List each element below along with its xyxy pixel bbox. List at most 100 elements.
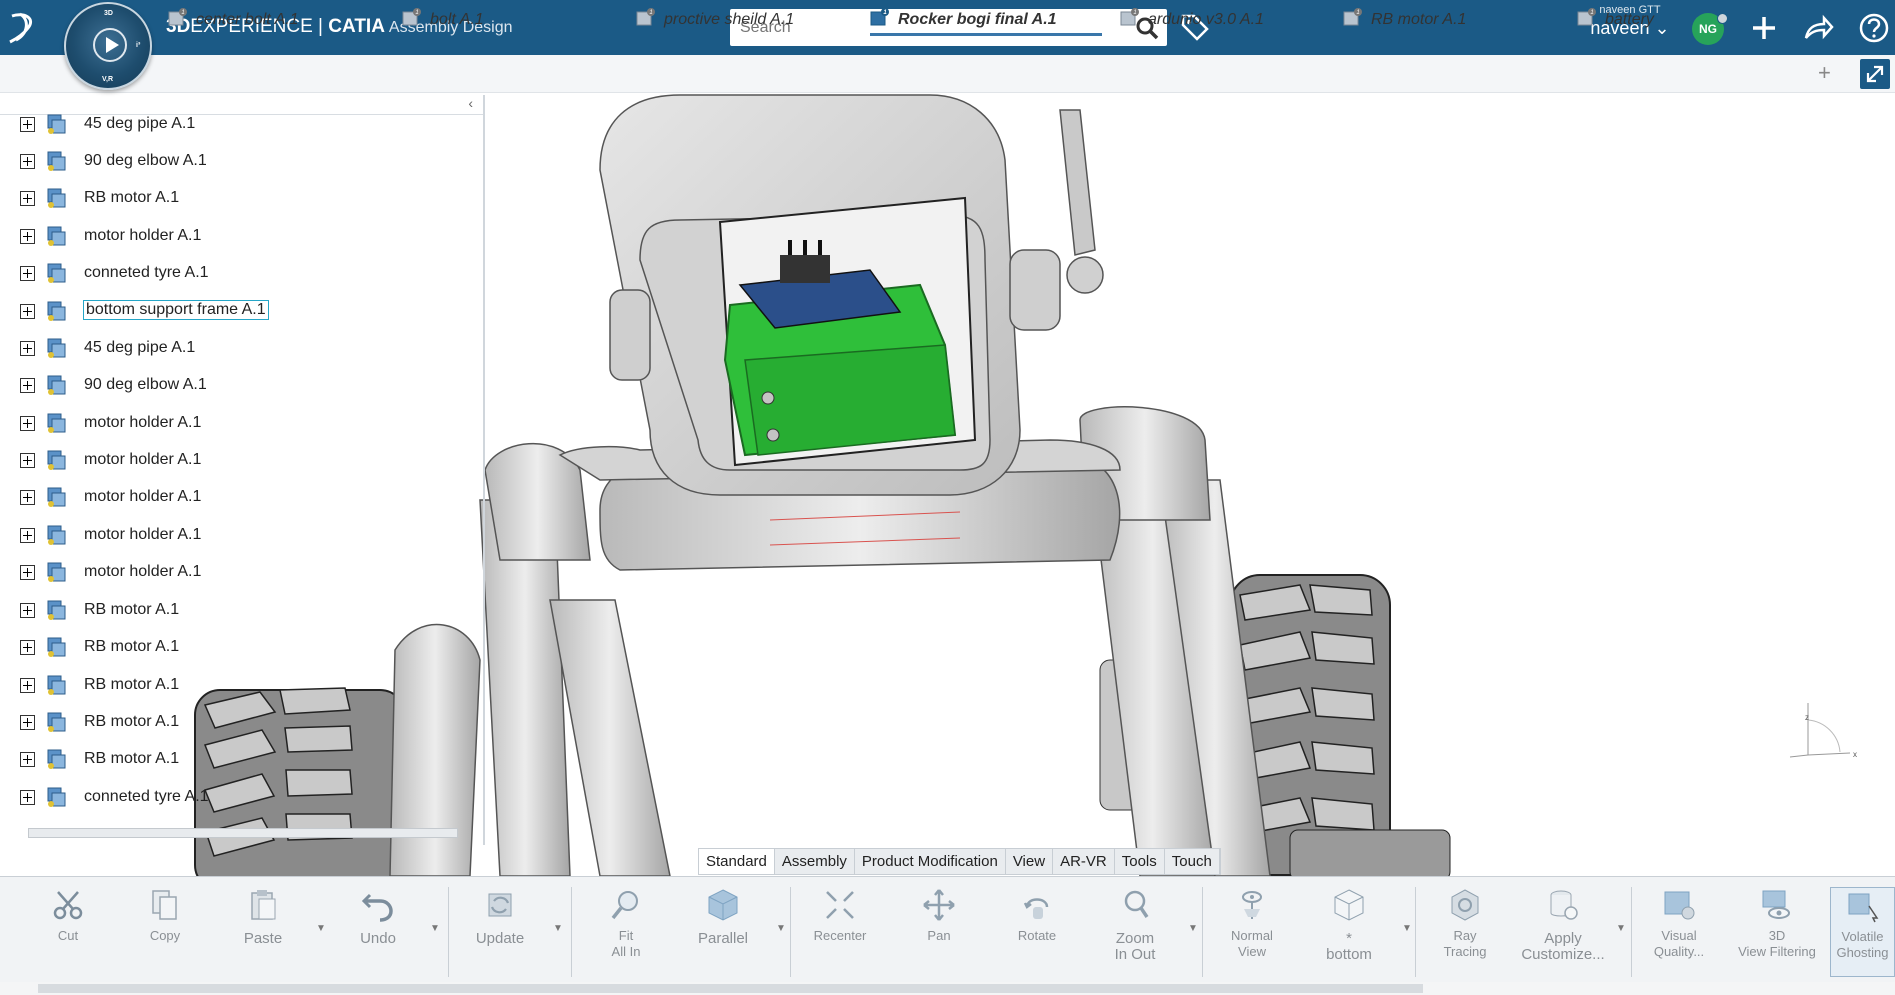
dassault-logo-icon[interactable] bbox=[6, 10, 44, 46]
tree-item[interactable]: conneted tyre A.1 bbox=[0, 258, 480, 288]
tree-item[interactable]: 90 deg elbow A.1 bbox=[0, 370, 480, 400]
tree-item[interactable]: 45 deg pipe A.1 bbox=[0, 109, 480, 139]
section-tab-tools[interactable]: Tools bbox=[1115, 849, 1165, 874]
expand-icon[interactable] bbox=[20, 678, 35, 693]
normal-view-button[interactable]: Normal View bbox=[1210, 887, 1294, 977]
zoom-in-out-button[interactable]: Zoom In Out bbox=[1093, 887, 1177, 977]
expand-icon[interactable] bbox=[20, 266, 35, 281]
view-filtering-button[interactable]: 3D View Filtering bbox=[1735, 887, 1819, 977]
add-tab-icon[interactable]: + bbox=[1818, 60, 1831, 86]
avatar[interactable]: NG bbox=[1692, 13, 1728, 45]
tree-item[interactable]: motor holder A.1 bbox=[0, 520, 480, 550]
tree-item[interactable]: motor holder A.1 bbox=[0, 482, 480, 512]
expand-icon[interactable] bbox=[20, 304, 35, 319]
update-dropdown-icon[interactable]: ▼ bbox=[553, 923, 563, 934]
tree-item[interactable]: motor holder A.1 bbox=[0, 408, 480, 438]
expand-icon[interactable] bbox=[20, 640, 35, 655]
fit-all-in-button[interactable]: Fit All In bbox=[584, 887, 668, 977]
recenter-button[interactable]: Recenter bbox=[798, 887, 882, 977]
tree-item[interactable]: 90 deg elbow A.1 bbox=[0, 146, 480, 176]
expand-icon[interactable] bbox=[20, 341, 35, 356]
scrollbar-thumb[interactable] bbox=[38, 984, 1423, 993]
tab-rocker-bogi-final[interactable]: 1 Rocker bogi final A.1 bbox=[870, 6, 1102, 36]
section-tab-assembly[interactable]: Assembly bbox=[775, 849, 855, 874]
tree-item-label: RB motor A.1 bbox=[84, 638, 180, 655]
section-tab-product-modification[interactable]: Product Modification bbox=[855, 849, 1006, 874]
tree-item[interactable]: RB motor A.1 bbox=[0, 707, 480, 737]
tab-label: ardunio v3.0 A.1 bbox=[1148, 11, 1264, 28]
compass-widget[interactable]: 3D i³ V,R bbox=[64, 2, 152, 90]
bottom-view-button[interactable]: * bottom bbox=[1307, 887, 1391, 977]
expand-icon[interactable] bbox=[20, 790, 35, 805]
tree-item[interactable]: RB motor A.1 bbox=[0, 595, 480, 625]
ray-tracing-button[interactable]: Ray Tracing bbox=[1423, 887, 1507, 977]
tab-bolt[interactable]: 1 bolt A.1 bbox=[402, 6, 502, 36]
expand-icon[interactable] bbox=[20, 378, 35, 393]
tree-item[interactable]: RB motor A.1 bbox=[0, 744, 480, 774]
tree-item[interactable]: motor holder A.1 bbox=[0, 221, 480, 251]
parallel-button[interactable]: Parallel bbox=[681, 887, 765, 977]
apply-customize-button[interactable]: Apply Customize... bbox=[1521, 887, 1605, 977]
plus-icon[interactable] bbox=[1748, 12, 1780, 44]
product-icon bbox=[47, 712, 66, 732]
tree-item[interactable]: 45 deg pipe A.1 bbox=[0, 333, 480, 363]
section-tab-view[interactable]: View bbox=[1006, 849, 1054, 874]
tab-center-bolt[interactable]: 1 center bolt A.1 bbox=[168, 6, 308, 36]
bottom-view-label-line2: bottom bbox=[1326, 946, 1372, 963]
rotate-button[interactable]: Rotate bbox=[995, 887, 1079, 977]
expand-icon[interactable] bbox=[20, 154, 35, 169]
section-tab-touch[interactable]: Touch bbox=[1165, 849, 1220, 874]
expand-icon[interactable] bbox=[20, 191, 35, 206]
expand-icon[interactable] bbox=[20, 453, 35, 468]
cut-button[interactable]: Cut bbox=[26, 887, 110, 977]
section-tab-standard[interactable]: Standard bbox=[699, 849, 775, 874]
tab-label: battery bbox=[1605, 11, 1654, 28]
expand-icon[interactable] bbox=[20, 752, 35, 767]
tab-rb-motor[interactable]: 1 RB motor A.1 bbox=[1343, 6, 1483, 36]
view-dropdown-icon[interactable]: ▼ bbox=[1402, 923, 1412, 934]
play-icon[interactable] bbox=[93, 28, 127, 62]
undo-button[interactable]: Undo bbox=[336, 887, 420, 977]
tree-item[interactable]: RB motor A.1 bbox=[0, 632, 480, 662]
product-icon bbox=[47, 413, 66, 433]
tree-item[interactable]: conneted tyre A.1 bbox=[0, 782, 480, 812]
expand-icon[interactable] bbox=[20, 603, 35, 618]
tab-ardunio[interactable]: 1 ardunio v3.0 A.1 bbox=[1120, 6, 1270, 36]
copy-button[interactable]: Copy bbox=[123, 887, 207, 977]
expand-icon[interactable] bbox=[20, 528, 35, 543]
section-tab-ar-vr[interactable]: AR-VR bbox=[1053, 849, 1115, 874]
expand-icon[interactable] bbox=[20, 416, 35, 431]
share-icon[interactable] bbox=[1802, 12, 1834, 44]
expand-icon[interactable] bbox=[20, 117, 35, 132]
undo-dropdown-icon[interactable]: ▼ bbox=[430, 923, 440, 934]
tree-horizontal-scrollbar[interactable] bbox=[28, 828, 458, 838]
tree-item[interactable]: RB motor A.1 bbox=[0, 670, 480, 700]
visual-quality-label-line1: Visual bbox=[1661, 928, 1697, 943]
parallel-dropdown-icon[interactable]: ▼ bbox=[776, 923, 786, 934]
tab-proctive-sheild[interactable]: 1 proctive sheild A.1 bbox=[636, 6, 806, 36]
action-bar-scrollbar[interactable] bbox=[0, 982, 1895, 995]
update-button[interactable]: Update bbox=[458, 887, 542, 977]
ray-tracing-label: Ray Tracing bbox=[1423, 928, 1507, 960]
paste-dropdown-icon[interactable]: ▼ bbox=[316, 923, 326, 934]
expand-icon[interactable] bbox=[20, 490, 35, 505]
tree-item-selected[interactable]: bottom support frame A.1 bbox=[0, 296, 480, 326]
apply-customize-label: Apply Customize... bbox=[1521, 931, 1605, 963]
tree-item[interactable]: motor holder A.1 bbox=[0, 445, 480, 475]
product-icon bbox=[47, 375, 66, 395]
visual-quality-button[interactable]: Visual Quality... bbox=[1637, 887, 1721, 977]
expand-icon[interactable] bbox=[20, 565, 35, 580]
expand-icon[interactable] bbox=[20, 229, 35, 244]
tab-battery[interactable]: 1 battery bbox=[1577, 6, 1677, 36]
zoom-dropdown-icon[interactable]: ▼ bbox=[1188, 923, 1198, 934]
render-dropdown-icon[interactable]: ▼ bbox=[1616, 923, 1626, 934]
volatile-ghosting-button[interactable]: Volatile Ghosting bbox=[1830, 887, 1895, 977]
maximize-icon[interactable] bbox=[1860, 59, 1890, 89]
tree-item[interactable]: RB motor A.1 bbox=[0, 183, 480, 213]
expand-icon[interactable] bbox=[20, 715, 35, 730]
axis-triad-icon[interactable]: x z bbox=[1785, 695, 1860, 765]
help-icon[interactable] bbox=[1858, 12, 1890, 44]
tree-item[interactable]: motor holder A.1 bbox=[0, 557, 480, 587]
pan-button[interactable]: Pan bbox=[897, 887, 981, 977]
paste-button[interactable]: Paste bbox=[221, 887, 305, 977]
